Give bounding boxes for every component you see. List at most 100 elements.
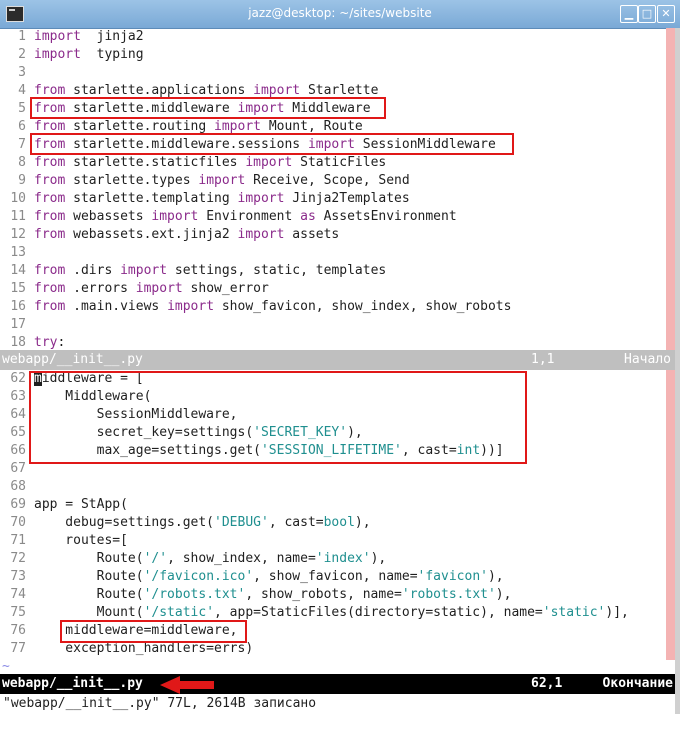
status-percent: Окончание: [602, 676, 673, 691]
line-number: 10: [10, 191, 26, 206]
highlight-box-line-5: [30, 97, 386, 119]
code-token: starlette.staticfiles: [65, 155, 246, 170]
code-token: )],: [605, 605, 629, 620]
code-line[interactable]: 11 from webassets import Environment as A…: [0, 208, 680, 226]
line-number: 77: [10, 641, 26, 656]
keyword-token: import: [245, 155, 293, 170]
keyword-token: import: [237, 191, 285, 206]
status-percent: Начало: [624, 352, 671, 367]
highlight-box-line-7: [30, 133, 514, 155]
code-token: assets: [284, 227, 340, 242]
code-token: ),: [487, 569, 504, 584]
code-token: Route(: [34, 587, 144, 602]
code-token: starlette.applications: [65, 83, 254, 98]
keyword-token: import: [198, 173, 246, 188]
code-token: .errors: [65, 281, 136, 296]
string-token: '/static': [143, 605, 215, 620]
line-number: 12: [10, 227, 26, 242]
keyword-token: import: [120, 263, 168, 278]
line-number: 13: [10, 245, 26, 260]
command-line[interactable]: "webapp/__init__.py" 77L, 2614B записано: [0, 694, 680, 714]
line-number: 7: [18, 137, 26, 152]
string-token: 'DEBUG': [214, 515, 269, 530]
code-line[interactable]: 70 debug=settings.get('DEBUG', cast=bool…: [0, 514, 680, 532]
close-button[interactable]: ✕: [657, 5, 675, 23]
code-token: Mount, Route: [261, 119, 363, 134]
line-number: 6: [18, 119, 26, 134]
code-token: StaticFiles: [292, 155, 387, 170]
code-line[interactable]: 9 from starlette.types import Receive, Sc…: [0, 172, 680, 190]
code-line[interactable]: 13: [0, 244, 680, 262]
string-token: '/robots.txt': [143, 587, 246, 602]
code-line[interactable]: 68: [0, 478, 680, 496]
code-line[interactable]: 3: [0, 64, 680, 82]
string-token: 'index': [315, 551, 371, 566]
keyword-token: try: [34, 335, 58, 350]
builtin-token: bool: [323, 515, 355, 530]
window-title: jazz@desktop: ~/sites/website: [248, 6, 432, 20]
code-line[interactable]: 69 app = StApp(: [0, 496, 680, 514]
code-token: , cast=: [268, 515, 324, 530]
code-line[interactable]: 17: [0, 316, 680, 334]
minimize-button[interactable]: ▁: [620, 5, 638, 23]
line-number: 1: [18, 29, 26, 44]
keyword-token: from: [34, 119, 66, 134]
line-number: 16: [10, 299, 26, 314]
code-token: starlette.templating: [65, 191, 238, 206]
code-token: .main.views: [65, 299, 168, 314]
code-line[interactable]: 1 import jinja2: [0, 28, 680, 46]
editor-pane-top[interactable]: 1 import jinja2 2 import typing 3 4 from starl…: [0, 28, 680, 350]
code-token: jinja2: [80, 29, 144, 44]
line-number: 74: [10, 587, 26, 602]
code-token: Starlette: [300, 83, 379, 98]
code-line[interactable]: 72 Route('/', show_index, name='index'),: [0, 550, 680, 568]
code-line[interactable]: 14 from .dirs import settings, static, te…: [0, 262, 680, 280]
code-line[interactable]: 16 from .main.views import show_favicon, …: [0, 298, 680, 316]
line-number: 15: [10, 281, 26, 296]
line-number: 76: [10, 623, 26, 638]
status-line-inactive: webapp/__init__.py 1,1 Начало: [0, 350, 675, 370]
keyword-token: import: [135, 281, 183, 296]
keyword-token: from: [34, 227, 66, 242]
code-line[interactable]: 12 from webassets.ext.jinja2 import asset…: [0, 226, 680, 244]
code-token: AssetsEnvironment: [315, 209, 457, 224]
line-number: 5: [18, 101, 26, 116]
code-line[interactable]: 73 Route('/favicon.ico', show_favicon, n…: [0, 568, 680, 586]
line-number: 67: [10, 461, 26, 476]
code-token: Jinja2Templates: [284, 191, 410, 206]
code-line[interactable]: 8 from starlette.staticfiles import Stati…: [0, 154, 680, 172]
code-token: Route(: [34, 551, 144, 566]
code-token: Environment: [198, 209, 301, 224]
line-number: 2: [18, 47, 26, 62]
line-number: 17: [10, 317, 26, 332]
code-token: Route(: [34, 569, 144, 584]
line-number: 11: [10, 209, 26, 224]
keyword-token: from: [34, 281, 66, 296]
string-token: '/favicon.ico': [143, 569, 254, 584]
code-token: webassets.ext.jinja2: [65, 227, 238, 242]
code-line[interactable]: 74 Route('/robots.txt', show_robots, nam…: [0, 586, 680, 604]
code-line[interactable]: 10 from starlette.templating import Jinja…: [0, 190, 680, 208]
code-token: starlette.types: [65, 173, 199, 188]
title-bar[interactable]: jazz@desktop: ~/sites/website ▁ □ ✕: [0, 0, 680, 29]
line-number: 66: [10, 443, 26, 458]
code-line[interactable]: 71 routes=[: [0, 532, 680, 550]
line-number: 70: [10, 515, 26, 530]
code-token: .dirs: [65, 263, 121, 278]
string-token: '/': [143, 551, 168, 566]
keyword-token: from: [34, 209, 66, 224]
status-position: 62,1: [531, 676, 563, 691]
scrollbar[interactable]: [675, 28, 680, 714]
string-token: 'favicon': [417, 569, 488, 584]
status-filename: webapp/__init__.py: [2, 352, 143, 367]
code-line[interactable]: 2 import typing: [0, 46, 680, 64]
keyword-token: import: [34, 29, 81, 44]
highlight-box-line-76: [60, 620, 247, 643]
terminal-window: jazz@desktop: ~/sites/website ▁ □ ✕ 1 imp…: [0, 0, 680, 732]
line-number: 62: [10, 371, 26, 386]
line-number: 4: [18, 83, 26, 98]
code-line[interactable]: 15 from .errors import show_error: [0, 280, 680, 298]
keyword-token: as: [300, 209, 316, 224]
code-token: ),: [495, 587, 512, 602]
maximize-button[interactable]: □: [638, 5, 656, 23]
